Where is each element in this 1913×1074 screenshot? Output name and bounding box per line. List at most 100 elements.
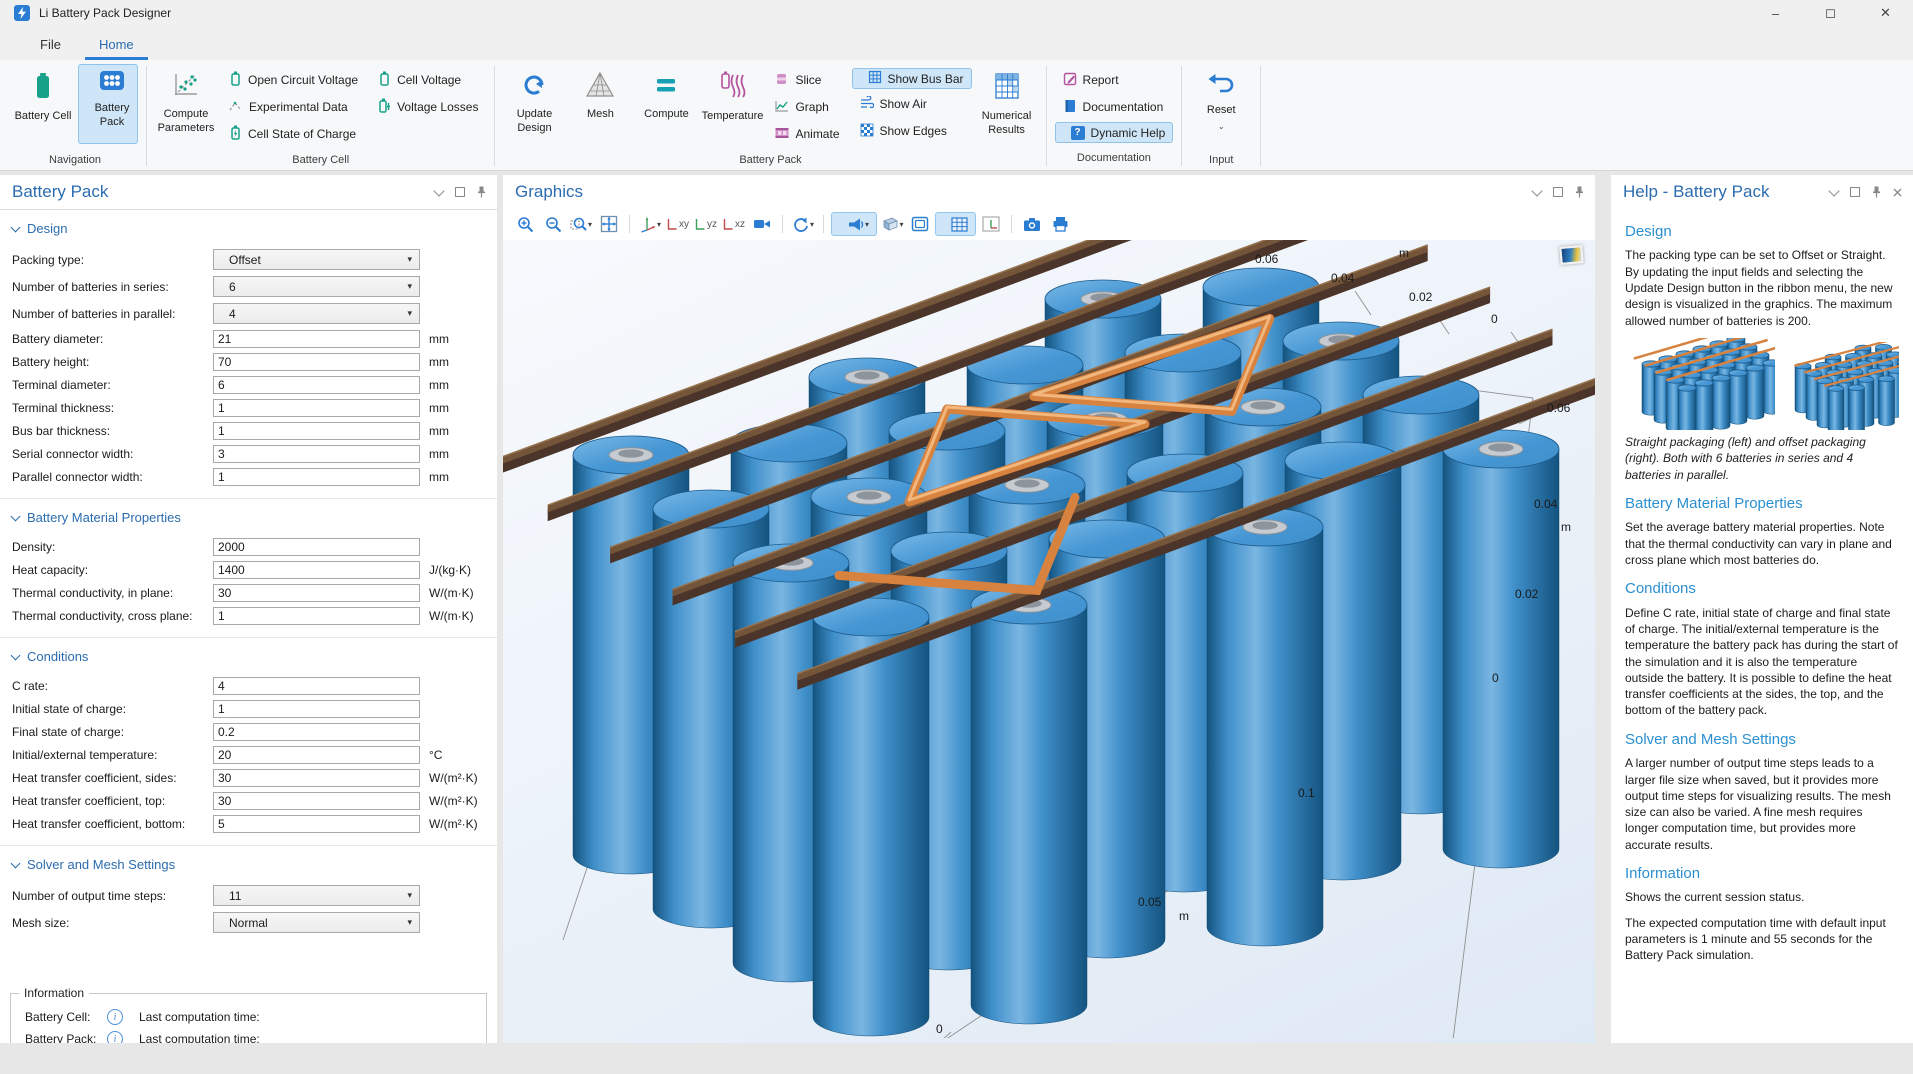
scene-thumbnail-icon[interactable] xyxy=(1559,245,1583,265)
panel-float-icon[interactable] xyxy=(454,186,466,198)
view-yz-icon[interactable]: yz xyxy=(693,211,719,237)
numerical-results-button[interactable]: Numerical Results xyxy=(976,64,1038,152)
show-bus-bar-button[interactable]: Show Bus Bar xyxy=(852,68,972,89)
panel-pin-icon[interactable] xyxy=(475,186,487,198)
panel-menu-icon[interactable] xyxy=(433,186,445,198)
zoom-out-icon[interactable] xyxy=(540,211,566,237)
axis-unit-top: m xyxy=(1399,246,1409,260)
report-button[interactable]: Report xyxy=(1055,68,1174,92)
field-row: Initial state of charge: xyxy=(0,697,497,720)
experimental-data-button[interactable]: Experimental Data xyxy=(221,95,366,119)
temperature-button[interactable]: Temperature xyxy=(701,64,763,152)
panel-close-icon[interactable] xyxy=(1891,186,1903,198)
battery-diameter-input[interactable] xyxy=(213,330,420,348)
chevron-down-icon: ▾ xyxy=(407,917,412,928)
voltage-losses-button[interactable]: Voltage Losses xyxy=(370,95,486,119)
settings-panel-title: Battery Pack xyxy=(0,182,108,202)
default-view-camera-icon[interactable] xyxy=(749,211,775,237)
maximize-button[interactable]: ◻ xyxy=(1803,0,1858,26)
cell-voltage-button[interactable]: Cell Voltage xyxy=(370,68,486,92)
packing-type-select[interactable]: Offset▾ xyxy=(213,249,420,270)
field-label: Thermal conductivity, cross plane: xyxy=(0,609,213,623)
compute-button[interactable]: Compute xyxy=(635,64,697,152)
documentation-button[interactable]: Documentation xyxy=(1055,95,1174,119)
field-label: Battery height: xyxy=(0,355,213,369)
final-soc-input[interactable] xyxy=(213,723,420,741)
section-design-header[interactable]: Design xyxy=(0,221,497,236)
update-design-button[interactable]: Update Design xyxy=(503,64,565,152)
field-row: Heat transfer coefficient, top:W/(m²·K) xyxy=(0,789,497,812)
print-icon[interactable] xyxy=(1047,211,1073,237)
terminal-diameter-input[interactable] xyxy=(213,376,420,394)
parallel-connector-width-input[interactable] xyxy=(213,468,420,486)
panel-float-icon[interactable] xyxy=(1552,186,1564,198)
section-solver-header[interactable]: Solver and Mesh Settings xyxy=(0,857,497,872)
scene-light-icon[interactable]: ▾ xyxy=(879,211,905,237)
heat-capacity-input[interactable] xyxy=(213,561,420,579)
bus-bar-thickness-input[interactable] xyxy=(213,422,420,440)
conductivity-cross-plane-input[interactable] xyxy=(213,607,420,625)
orientation-axes-icon[interactable]: ▾ xyxy=(637,211,663,237)
htc-sides-input[interactable] xyxy=(213,769,420,787)
unit-label: W/(m²·K) xyxy=(429,771,478,785)
dynamic-help-button[interactable]: ? Dynamic Help xyxy=(1055,122,1174,143)
initial-soc-input[interactable] xyxy=(213,700,420,718)
info-icon[interactable]: i xyxy=(107,1009,123,1025)
panel-float-icon[interactable] xyxy=(1849,186,1861,198)
show-grid-icon[interactable] xyxy=(935,212,976,236)
terminal-thickness-input[interactable] xyxy=(213,399,420,417)
serial-connector-width-input[interactable] xyxy=(213,445,420,463)
htc-top-input[interactable] xyxy=(213,792,420,810)
section-conditions-header[interactable]: Conditions xyxy=(0,649,497,664)
c-rate-input[interactable] xyxy=(213,677,420,695)
view-xz-icon[interactable]: xz xyxy=(721,211,747,237)
rotate-icon[interactable]: ▾ xyxy=(790,211,816,237)
voltage-losses-label: Voltage Losses xyxy=(397,100,478,114)
close-button[interactable]: ✕ xyxy=(1858,0,1913,26)
section-material-header[interactable]: Battery Material Properties xyxy=(0,510,497,525)
series-count-select[interactable]: 6▾ xyxy=(213,276,420,297)
cell-state-of-charge-button[interactable]: Cell State of Charge xyxy=(221,122,366,146)
zoom-in-icon[interactable] xyxy=(512,211,538,237)
initial-temperature-input[interactable] xyxy=(213,746,420,764)
panel-menu-icon[interactable] xyxy=(1531,186,1543,198)
density-input[interactable] xyxy=(213,538,420,556)
snapshot-camera-icon[interactable] xyxy=(1019,211,1045,237)
group-label-battery-cell: Battery Cell xyxy=(155,152,486,170)
battery-cell-button[interactable]: Battery Cell xyxy=(12,64,74,152)
battery-height-input[interactable] xyxy=(213,353,420,371)
open-circuit-voltage-button[interactable]: Open Circuit Voltage xyxy=(221,68,366,92)
reset-dropdown-icon[interactable]: ⌄ xyxy=(1218,122,1225,131)
htc-bottom-input[interactable] xyxy=(213,815,420,833)
view-xy-icon[interactable]: xy xyxy=(665,211,691,237)
info-row-label: Battery Pack: xyxy=(25,1032,99,1043)
panel-pin-icon[interactable] xyxy=(1870,186,1882,198)
compute-parameters-button[interactable]: Compute Parameters xyxy=(155,64,217,152)
transparency-icon[interactable]: ▾ xyxy=(831,212,877,236)
panel-menu-icon[interactable] xyxy=(1828,186,1840,198)
graph-button[interactable]: Graph xyxy=(767,95,847,119)
axis-indicator-icon[interactable] xyxy=(978,211,1004,237)
zoom-box-icon[interactable]: ▾ xyxy=(568,211,594,237)
mesh-size-select[interactable]: Normal▾ xyxy=(213,912,420,933)
zoom-extents-icon[interactable] xyxy=(596,211,622,237)
output-time-steps-select[interactable]: 11▾ xyxy=(213,885,420,906)
parallel-count-select[interactable]: 4▾ xyxy=(213,303,420,324)
reset-button[interactable]: Reset ⌄ xyxy=(1190,64,1252,152)
mesh-button[interactable]: Mesh xyxy=(569,64,631,152)
section-material: Battery Material Properties Density: Hea… xyxy=(0,498,497,637)
minimize-button[interactable]: – xyxy=(1748,0,1803,26)
conductivity-in-plane-input[interactable] xyxy=(213,584,420,602)
tab-home[interactable]: Home xyxy=(85,31,148,60)
tab-file[interactable]: File xyxy=(26,31,75,60)
slice-button[interactable]: Slice xyxy=(767,68,847,92)
battery-pack-button[interactable]: Battery Pack xyxy=(78,64,138,144)
settings-panel: Battery Pack Design Packing type:Offset▾… xyxy=(0,175,497,1043)
show-frame-icon[interactable] xyxy=(907,211,933,237)
graphics-viewport[interactable]: m 0.06 0.04 0.02 0 0.06 0.04 m 0.02 0 0.… xyxy=(503,240,1595,1043)
animate-button[interactable]: Animate xyxy=(767,122,847,146)
info-icon[interactable]: i xyxy=(107,1031,123,1043)
show-air-button[interactable]: Show Air xyxy=(852,92,972,116)
panel-pin-icon[interactable] xyxy=(1573,186,1585,198)
show-edges-button[interactable]: Show Edges xyxy=(852,119,972,143)
